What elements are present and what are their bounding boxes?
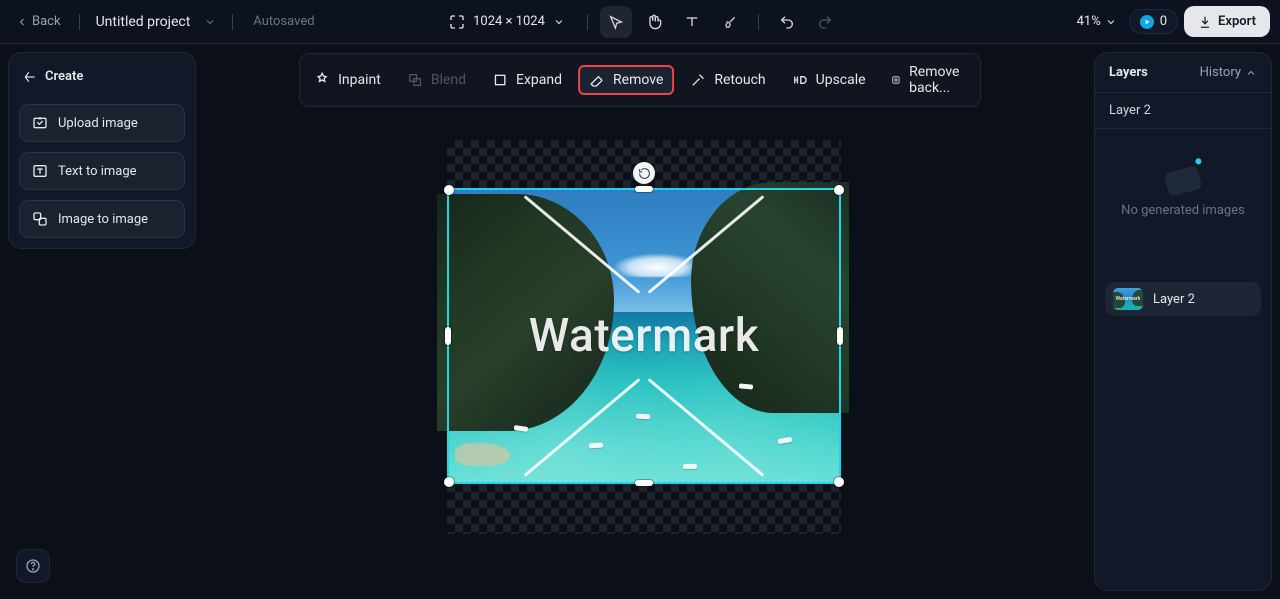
inpaint-icon — [314, 72, 330, 88]
hand-tool-button[interactable] — [638, 6, 670, 38]
resize-handle-s[interactable] — [635, 480, 653, 486]
chevron-down-icon — [204, 16, 216, 28]
resize-handle-se[interactable] — [834, 477, 844, 487]
back-button[interactable]: Back — [10, 10, 67, 33]
history-toggle[interactable]: History — [1200, 65, 1257, 80]
layers-list: Watermark Layer 2 — [1095, 232, 1271, 366]
image-to-image-icon — [32, 211, 48, 227]
cursor-icon — [608, 14, 624, 30]
export-button[interactable]: Export — [1184, 6, 1270, 37]
chevron-up-icon — [1245, 67, 1257, 79]
expand-label: Expand — [516, 72, 562, 88]
canvas-size-button[interactable]: 1024 × 1024 — [439, 8, 575, 36]
resize-handle-n[interactable] — [635, 186, 653, 192]
project-name[interactable]: Untitled project — [92, 10, 195, 34]
eraser-icon — [589, 72, 605, 88]
credits-value: 0 — [1160, 14, 1167, 29]
retouch-icon — [690, 72, 706, 88]
resize-handle-e[interactable] — [837, 327, 843, 345]
divider — [758, 14, 759, 30]
project-menu-button[interactable] — [204, 16, 216, 28]
remove-bg-icon — [892, 72, 902, 88]
select-tool-button[interactable] — [600, 6, 632, 38]
zoom-label: 41% — [1077, 14, 1101, 29]
chevron-down-icon — [553, 16, 565, 28]
resize-handle-ne[interactable] — [834, 185, 844, 195]
redo-button[interactable] — [809, 6, 841, 38]
resize-handle-nw[interactable] — [444, 185, 454, 195]
watermark-text: Watermark — [447, 188, 841, 484]
back-label: Back — [32, 14, 61, 29]
create-header: Create — [19, 63, 185, 94]
text-tool-button[interactable] — [676, 6, 708, 38]
text-to-image-icon — [32, 163, 48, 179]
resize-handle-sw[interactable] — [444, 477, 454, 487]
layer-label: Layer 2 — [1153, 292, 1195, 307]
artboard: Watermark — [447, 140, 841, 534]
chevron-down-icon — [1105, 16, 1117, 28]
image-to-image-label: Image to image — [58, 212, 148, 227]
topbar: Back Untitled project Autosaved 1024 × 1… — [0, 0, 1280, 44]
remove-label: Remove — [613, 72, 663, 88]
retouch-label: Retouch — [714, 72, 765, 88]
export-label: Export — [1218, 14, 1256, 29]
empty-images-label: No generated images — [1121, 203, 1245, 218]
divider — [587, 14, 588, 30]
history-label: History — [1200, 65, 1241, 80]
help-button[interactable] — [16, 549, 50, 583]
brush-icon — [722, 14, 738, 30]
zoom-button[interactable]: 41% — [1071, 10, 1123, 33]
upscale-label: Upscale — [816, 72, 866, 88]
brush-tool-button[interactable] — [714, 6, 746, 38]
resize-icon — [449, 14, 465, 30]
left-panel: Create Upload image Text to image Image … — [8, 52, 196, 249]
selected-layer-image[interactable]: Watermark — [447, 188, 841, 484]
generated-images-empty: No generated images — [1095, 129, 1271, 232]
undo-icon — [779, 14, 795, 30]
text-to-image-label: Text to image — [58, 164, 137, 179]
help-icon — [25, 558, 41, 574]
empty-images-icon — [1163, 165, 1202, 197]
create-title: Create — [45, 69, 83, 84]
inpaint-label: Inpaint — [338, 72, 381, 88]
text-to-image-button[interactable]: Text to image — [19, 152, 185, 190]
layer-item[interactable]: Watermark Layer 2 — [1105, 282, 1261, 316]
canvas-stage[interactable]: Watermark — [204, 90, 1084, 591]
canvas-size-label: 1024 × 1024 — [473, 14, 545, 29]
rotate-handle[interactable] — [633, 162, 655, 184]
divider — [232, 14, 233, 30]
divider — [79, 14, 80, 30]
back-arrow-icon — [23, 70, 37, 84]
blend-icon — [407, 72, 423, 88]
layers-title: Layers — [1109, 65, 1148, 80]
redo-icon — [817, 14, 833, 30]
right-panel: Layers History Layer 2 No generated imag… — [1094, 52, 1272, 591]
selected-layer-name[interactable]: Layer 2 — [1095, 93, 1271, 129]
text-icon — [684, 14, 700, 30]
hd-icon — [792, 72, 808, 88]
credits-button[interactable]: 0 — [1129, 9, 1178, 34]
credit-icon — [1140, 15, 1154, 29]
image-content: Watermark — [447, 188, 841, 484]
expand-icon — [492, 72, 508, 88]
resize-handle-w[interactable] — [445, 327, 451, 345]
rotate-icon — [638, 167, 651, 180]
image-to-image-button[interactable]: Image to image — [19, 200, 185, 238]
upload-image-label: Upload image — [58, 116, 138, 131]
upload-image-icon — [32, 115, 48, 131]
layer-thumbnail: Watermark — [1113, 288, 1143, 310]
blend-label: Blend — [431, 72, 466, 88]
autosave-status: Autosaved — [253, 14, 314, 29]
hand-icon — [646, 14, 662, 30]
chevron-left-icon — [16, 16, 28, 28]
undo-button[interactable] — [771, 6, 803, 38]
download-icon — [1198, 15, 1212, 29]
upload-image-button[interactable]: Upload image — [19, 104, 185, 142]
